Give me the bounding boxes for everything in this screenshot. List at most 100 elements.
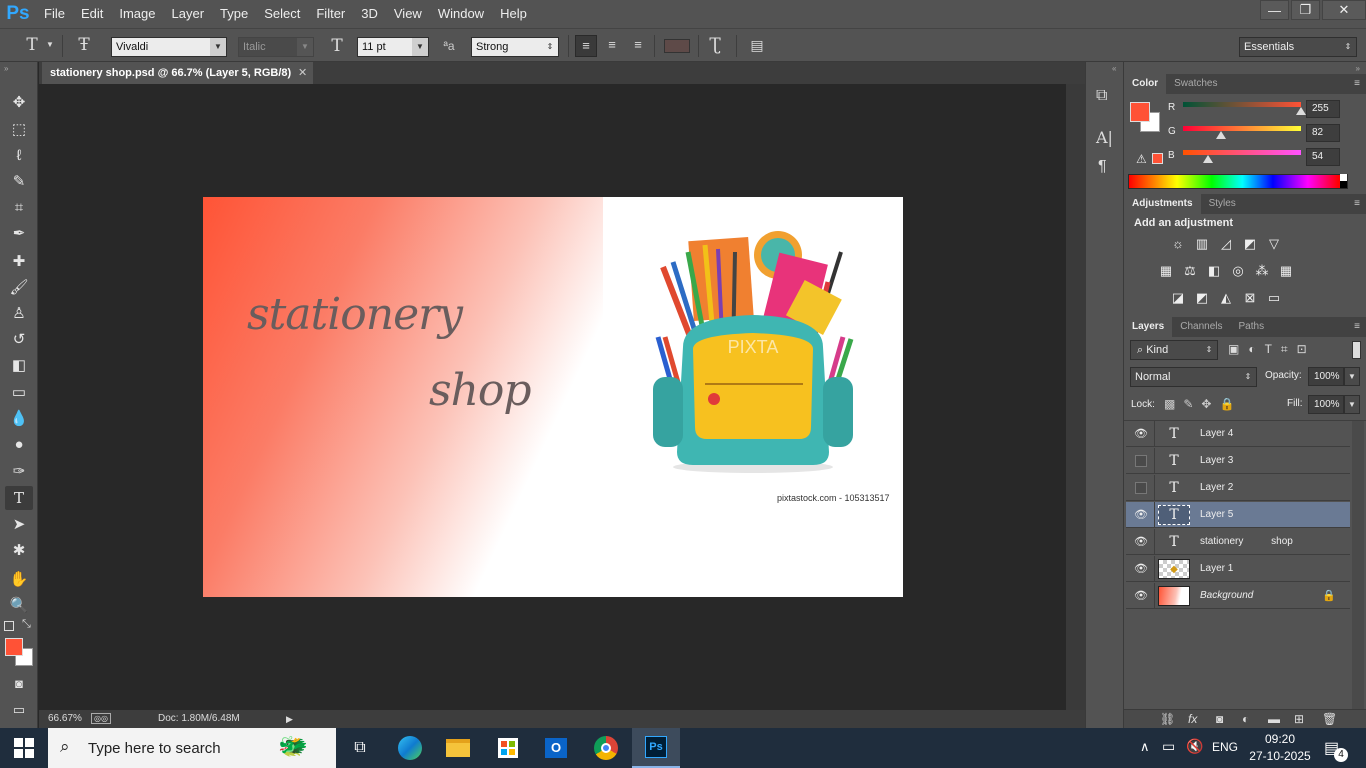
paragraph-panel-icon[interactable]: ¶ [1098, 158, 1107, 176]
network-icon[interactable]: ▭ [1162, 738, 1175, 755]
new-adjustment-layer-icon[interactable]: ◐ [1242, 712, 1249, 726]
canvas-text-stationery[interactable]: stationery [247, 289, 463, 340]
blur-tool-icon[interactable]: 💧 [5, 406, 33, 430]
selective-icon[interactable]: ⊠ [1242, 291, 1258, 305]
photo-filter-icon[interactable]: ◎ [1230, 264, 1246, 278]
new-group-icon[interactable]: ▬ [1268, 712, 1280, 726]
collapse-dock-icon[interactable]: » [1356, 64, 1360, 73]
healing-brush-tool-icon[interactable]: ✚ [5, 249, 33, 273]
color-spectrum-ramp[interactable] [1128, 174, 1348, 189]
slider-handle[interactable] [1202, 155, 1213, 163]
zoom-level[interactable]: 66.67% [48, 710, 82, 728]
menu-select[interactable]: Select [256, 0, 308, 28]
move-tool-icon[interactable]: ✥ [5, 90, 33, 114]
menu-image[interactable]: Image [111, 0, 163, 28]
eye-icon[interactable]: 👁 [1134, 427, 1148, 441]
layer-name[interactable]: Background [1200, 583, 1253, 609]
language-indicator[interactable]: ENG [1212, 740, 1238, 754]
lookup-icon[interactable]: ▦ [1278, 264, 1294, 278]
quick-selection-tool-icon[interactable]: ✎ [5, 169, 33, 193]
tab-styles[interactable]: Styles [1201, 194, 1244, 214]
visibility-toggle[interactable] [1135, 482, 1147, 494]
layer-filter-select[interactable]: ⌕ Kind ⇕ [1130, 340, 1218, 360]
link-layers-icon[interactable]: ⛓ [1160, 712, 1175, 726]
layer-name[interactable]: stationery shop [1200, 529, 1293, 555]
menu-edit[interactable]: Edit [73, 0, 111, 28]
clock-time[interactable]: 09:20 [1250, 732, 1310, 746]
canvas-text-shop[interactable]: shop [429, 365, 532, 416]
layer-row[interactable]: 👁 ◆ Layer 1 [1126, 556, 1350, 582]
tab-color[interactable]: Color [1124, 74, 1167, 94]
layer-filter-icons[interactable]: ▣◐T⌗⊡ [1228, 342, 1316, 357]
file-explorer-icon[interactable] [434, 728, 482, 768]
out-of-gamut-icon[interactable]: ⚠ [1136, 152, 1147, 166]
layer-name[interactable]: Layer 4 [1200, 421, 1233, 447]
outlook-icon[interactable]: O [532, 728, 580, 768]
layer-row[interactable]: 👁 T Layer 5 [1126, 502, 1350, 528]
align-center-icon[interactable]: ≡ [601, 35, 623, 55]
store-icon[interactable] [484, 728, 532, 768]
status-menu-arrow-icon[interactable]: ▶ [286, 710, 293, 728]
menu-file[interactable]: File [36, 0, 73, 28]
layer-name[interactable]: Layer 3 [1200, 448, 1233, 474]
clock-date[interactable]: 27-10-2025 [1246, 749, 1314, 763]
levels-icon[interactable]: ▥ [1194, 237, 1210, 251]
tab-paths[interactable]: Paths [1231, 317, 1273, 337]
tab-layers[interactable]: Layers [1124, 317, 1173, 337]
history-brush-tool-icon[interactable]: ↺ [5, 327, 33, 351]
quick-mask-icon[interactable]: ◙ [5, 671, 33, 695]
lock-icons[interactable]: ▩✎✥🔒 [1164, 397, 1242, 411]
gamut-color-swatch[interactable] [1152, 153, 1163, 164]
document-tab[interactable]: stationery shop.psd @ 66.7% (Layer 5, RG… [42, 62, 314, 84]
warp-text-icon[interactable]: Ʈ [704, 35, 726, 55]
menu-3d[interactable]: 3D [353, 0, 386, 28]
eye-icon[interactable]: 👁 [1134, 535, 1148, 549]
zoom-tool-icon[interactable]: 🔍 [5, 593, 33, 617]
align-right-icon[interactable]: ≡ [627, 35, 649, 55]
marquee-tool-icon[interactable]: ⬚ [5, 117, 33, 141]
close-document-icon[interactable]: ✕ [298, 62, 307, 84]
layer-name[interactable]: Layer 2 [1200, 475, 1233, 501]
font-size-select[interactable]: 11 pt ▼ [357, 37, 429, 57]
dodge-tool-icon[interactable]: ● [5, 432, 33, 456]
volume-muted-icon[interactable]: 🔇 [1186, 738, 1203, 755]
collapse-toolbar-icon[interactable]: » [4, 64, 8, 73]
default-colors-icon[interactable] [4, 621, 14, 631]
gradient-tool-icon[interactable]: ▭ [5, 380, 33, 404]
fill-dropdown[interactable]: ▼ [1344, 395, 1360, 414]
eyedropper-tool-icon[interactable]: ✒ [5, 221, 33, 245]
vertical-scrollbar[interactable] [1066, 84, 1085, 710]
menu-window[interactable]: Window [430, 0, 492, 28]
type-tool-preset-icon[interactable]: T [20, 35, 44, 55]
panel-menu-icon[interactable]: ≡ [1354, 194, 1360, 214]
menu-filter[interactable]: Filter [308, 0, 353, 28]
screen-mode-icon[interactable]: ▭ [5, 698, 33, 722]
crop-tool-icon[interactable]: ⌗ [5, 195, 33, 219]
eye-icon[interactable]: 👁 [1134, 508, 1148, 522]
posterize-icon[interactable]: ◩ [1194, 291, 1210, 305]
color-panel-fg-swatch[interactable] [1130, 102, 1150, 122]
text-color-swatch[interactable] [664, 39, 690, 53]
custom-shape-tool-icon[interactable]: ✱ [5, 538, 33, 562]
pen-tool-icon[interactable]: ✑ [5, 459, 33, 483]
gradient-map-icon[interactable]: ▭ [1266, 291, 1282, 305]
document-canvas[interactable]: stationery shop PIXTA pixtastock.com - 1… [203, 197, 903, 597]
opacity-field[interactable]: 100% [1308, 367, 1344, 386]
layer-name[interactable]: Layer 1 [1200, 556, 1233, 582]
tab-adjustments[interactable]: Adjustments [1124, 194, 1201, 214]
character-panel-icon[interactable]: A| [1096, 128, 1113, 147]
channel-value-g[interactable]: 82 [1306, 124, 1340, 142]
balance-icon[interactable]: ⚖ [1182, 264, 1198, 278]
tab-channels[interactable]: Channels [1172, 317, 1230, 337]
new-layer-icon[interactable]: ⊞ [1294, 712, 1304, 726]
clone-stamp-tool-icon[interactable]: ♙ [5, 301, 33, 325]
menu-view[interactable]: View [386, 0, 430, 28]
curves-icon[interactable]: ◿ [1218, 237, 1234, 251]
visibility-toggle[interactable] [1135, 455, 1147, 467]
swap-colors-icon[interactable]: ⤡ [22, 618, 31, 631]
edge-icon[interactable] [386, 728, 434, 768]
tab-swatches[interactable]: Swatches [1166, 74, 1225, 94]
channel-value-r[interactable]: 255 [1306, 100, 1340, 118]
exposure-icon[interactable]: ◩ [1242, 237, 1258, 251]
eraser-tool-icon[interactable]: ◧ [5, 353, 33, 377]
